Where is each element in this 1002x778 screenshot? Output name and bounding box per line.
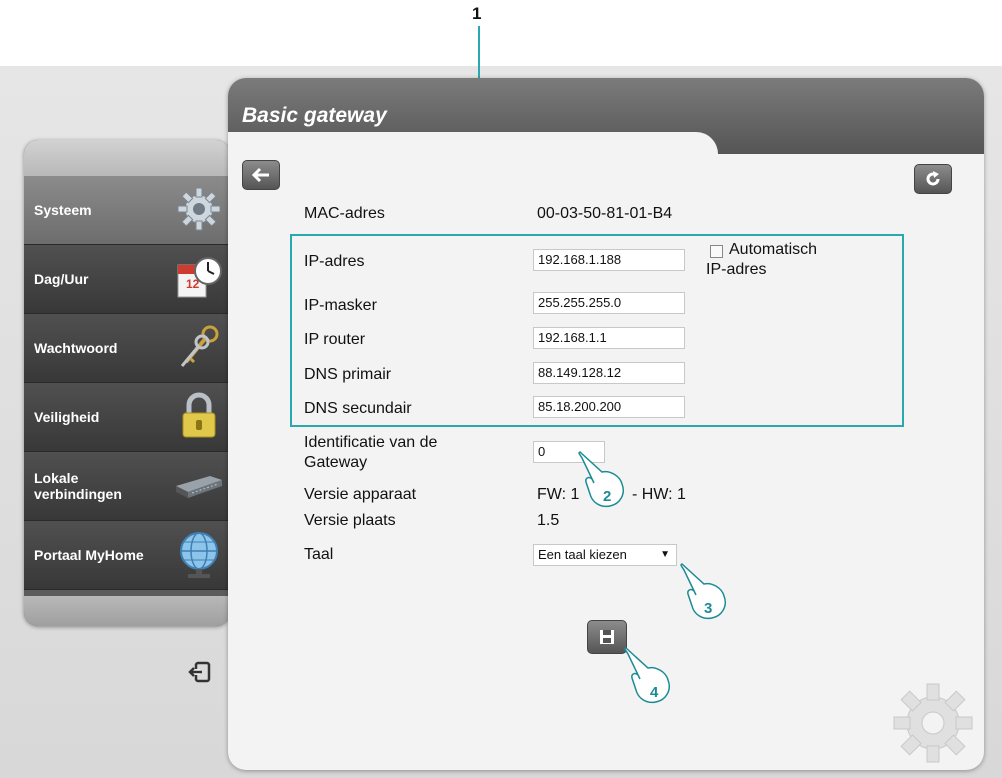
mac-value: 00-03-50-81-01-B4 [537, 205, 673, 222]
sidebar: Systeem Dag/Uur 12 Wachtwoord Veiligheid… [24, 140, 230, 626]
sidebar-bottom [24, 596, 230, 626]
sidebar-item-portaal-myhome[interactable]: Portaal MyHome [24, 521, 230, 590]
sidebar-item-label: Systeem [34, 202, 92, 218]
back-button[interactable] [242, 160, 280, 190]
ip-address-field[interactable]: 192.168.1.188 [533, 249, 685, 271]
auto-ip-label-2: IP-adres [706, 261, 767, 278]
sidebar-item-label: Portaal MyHome [34, 547, 144, 563]
keys-icon [180, 325, 219, 367]
gateway-id-label-1: Identificatie van de [304, 434, 438, 451]
site-version-value: 1.5 [537, 512, 560, 529]
globe-icon [180, 532, 218, 578]
dns-primary-field[interactable]: 88.149.128.12 [533, 362, 685, 384]
sidebar-item-wachtwoord[interactable]: Wachtwoord [24, 314, 230, 383]
calendar-clock-icon: 12 [177, 257, 222, 298]
network-switch-icon [176, 476, 222, 498]
ip-mask-field[interactable]: 255.255.255.0 [533, 292, 685, 314]
dns-primary-label: DNS primair [304, 366, 392, 383]
sidebar-top [24, 140, 230, 176]
callout-2-label: 2 [603, 488, 612, 505]
router-label: IP router [304, 331, 366, 348]
ip-label: IP-adres [304, 253, 365, 270]
main-panel: Basic gateway [228, 78, 984, 770]
panel-header-notch [228, 132, 718, 154]
refresh-button[interactable] [914, 164, 952, 194]
sidebar-item-veiligheid[interactable]: Veiligheid [24, 383, 230, 452]
site-version-label: Versie plaats [304, 512, 396, 529]
sidebar-item-label: Veiligheid [34, 409, 100, 425]
dns-secondary-field[interactable]: 85.18.200.200 [533, 396, 685, 418]
language-select-value: Een taal kiezen [538, 547, 627, 562]
callout-1-label: 1 [472, 4, 482, 23]
sidebar-item-label: Dag/Uur [34, 271, 89, 287]
sidebar-item-dag-uur[interactable]: Dag/Uur 12 [24, 245, 230, 314]
sidebar-item-label: Wachtwoord [34, 340, 118, 356]
refresh-icon [926, 171, 940, 186]
auto-ip-label-1: Automatisch [729, 241, 818, 258]
page-title: Basic gateway [242, 104, 387, 127]
device-version-hw: - HW: 1 [632, 486, 686, 503]
callout-4-label: 4 [650, 684, 659, 701]
mask-label: IP-masker [304, 297, 377, 314]
sidebar-item-lokale-verbindingen[interactable]: Lokale verbindingen [24, 452, 230, 521]
ip-router-field[interactable]: 192.168.1.1 [533, 327, 685, 349]
language-select[interactable]: Een taal kiezen ▼ [533, 544, 677, 566]
sidebar-item-systeem[interactable]: Systeem [24, 176, 230, 245]
sidebar-item-label: Lokale verbindingen [34, 470, 122, 502]
gear-icon [177, 187, 221, 231]
device-version-label: Versie apparaat [304, 486, 417, 503]
arrow-left-icon [251, 167, 269, 183]
dns-secondary-label: DNS secundair [304, 400, 412, 417]
gateway-id-label-2: Gateway [304, 454, 368, 471]
logout-icon[interactable] [188, 660, 212, 684]
auto-ip-checkbox[interactable] [710, 245, 723, 258]
save-button[interactable] [587, 620, 627, 654]
padlock-icon [182, 392, 216, 438]
callout-3-label: 3 [704, 600, 713, 617]
chevron-down-icon: ▼ [660, 549, 670, 560]
decorative-gear-icon [893, 683, 973, 763]
floppy-disk-icon [600, 630, 614, 644]
language-label: Taal [304, 546, 334, 563]
mac-label: MAC-adres [304, 205, 385, 222]
device-version-fw: FW: 1 [537, 486, 580, 503]
